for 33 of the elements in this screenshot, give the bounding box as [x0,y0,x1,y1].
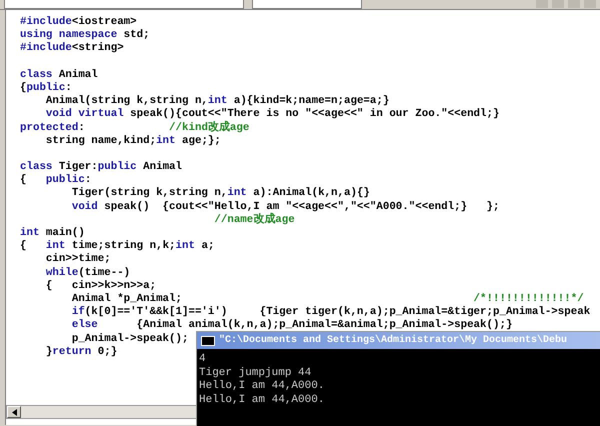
console-output-line: 4 [199,353,206,366]
code-line: Animal(string k,string n,int a){kind=k;name=n;age=a;} [44,95,390,108]
code-line: while(time--) [44,266,130,280]
horizontal-scrollbar[interactable] [6,405,197,419]
code-line: protected: //kind改成age [20,122,250,135]
code-line: #include<string> [20,42,124,56]
code-line: {public: [20,82,72,95]
code-line: if(k[0]=='T'&&k[1]=='i') {Tiger tiger(k,n,a);p_Animal=&tiger;p_Animal->speak [70,306,590,319]
code-line: p_Animal->speak(); [70,332,188,346]
code-line: class Tiger:public Animal [20,161,182,174]
code-line: void virtual speak(){cout<<"There is no "<<age<<" in our Zoo."<<endl;} [44,108,500,120]
code-line: { int time;string n,k;int a; [20,240,214,253]
code-line: string name,kind;int age;}; [44,134,221,148]
code-line: int main() [20,227,85,240]
code-line: void speak() {cout<<"Hello,I am "<<age<<","<<"A000."<<endl;} }; [70,200,500,213]
code-line: //name改成age [213,214,295,227]
scroll-left-button[interactable] [7,406,21,418]
code-line: else {Animal animal(k,n,a);p_Animal=&animal;p_Animal->speak();} [70,319,512,332]
code-line: { cin>>k>>n>>a; [44,280,156,293]
code-line: using namespace std; [20,29,150,42]
code-line: cin>>time; [44,253,111,267]
console-output-line: Hello,I am 44,A000. [199,394,324,407]
window-title: "C:\Documents and Settings\Administrator\My Documents\Debu [219,334,568,348]
code-line: class Animal [20,68,98,82]
code-line: { public: [20,174,92,187]
console-output-line: Tiger jumpjump 44 [199,366,312,380]
code-line: }return 0;} [44,346,118,359]
code-line: Tiger(string k,string n,int a):Animal(k,n,a){} [70,187,370,201]
code-line: Animal *p_Animal; /*!!!!!!!!!!!!!*/ [70,292,584,306]
left-arrow-icon [12,408,16,416]
code-line: #include<iostream> [20,16,137,29]
console-icon [201,336,215,346]
console-output-line: Hello,I am 44,A000. [199,380,324,394]
